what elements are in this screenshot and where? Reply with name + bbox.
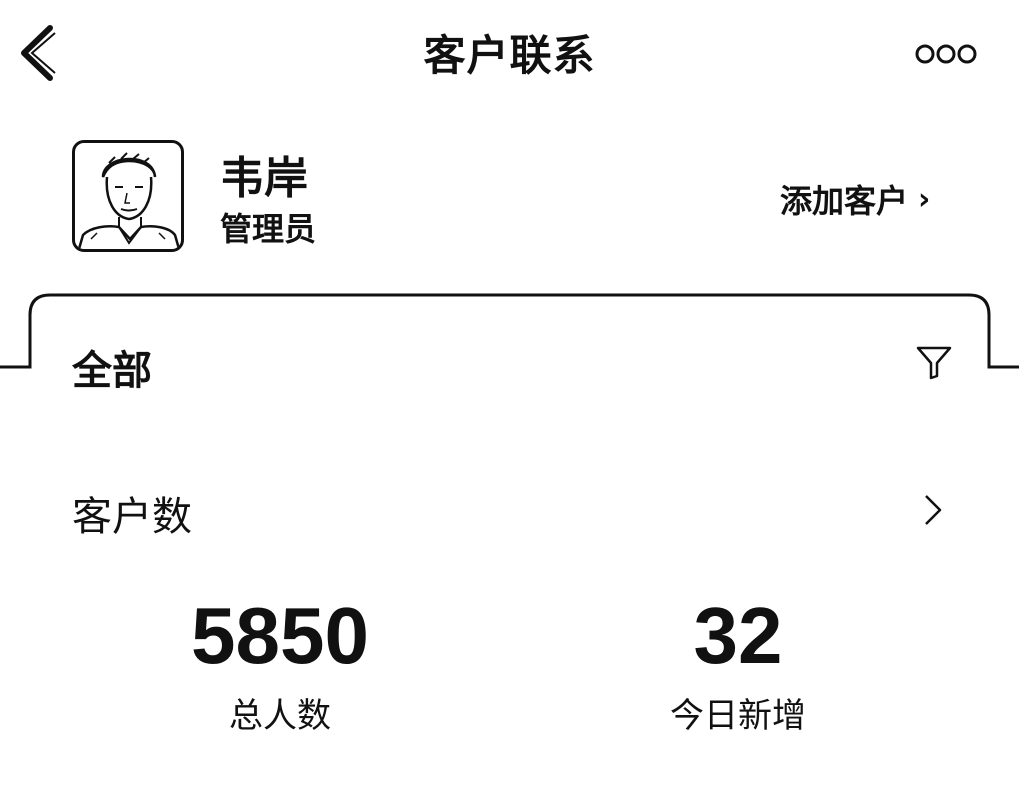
avatar[interactable] bbox=[72, 140, 184, 252]
section-chevron-button[interactable] bbox=[918, 490, 948, 530]
user-role: 管理员 bbox=[220, 210, 317, 248]
filter-icon bbox=[916, 346, 952, 380]
chevron-right-icon bbox=[925, 495, 942, 525]
filter-button[interactable] bbox=[914, 343, 954, 381]
user-avatar-image bbox=[77, 152, 181, 249]
section-title[interactable]: 客户数 bbox=[72, 484, 192, 542]
stat-total-value: 5850 bbox=[191, 591, 369, 680]
stat-new-today-value: 32 bbox=[693, 591, 783, 680]
stat-new-today-label: 今日新增 bbox=[670, 696, 806, 736]
add-customer-label: 添加客户 bbox=[780, 182, 909, 220]
user-name: 韦岸 bbox=[220, 153, 308, 204]
stat-total-label: 总人数 bbox=[229, 696, 331, 736]
card-border bbox=[0, 293, 1019, 369]
filter-label[interactable]: 全部 bbox=[72, 338, 152, 396]
more-horizontal-icon bbox=[915, 44, 977, 64]
more-button[interactable] bbox=[912, 38, 980, 70]
chevron-right-small-icon: › bbox=[918, 181, 931, 217]
page-title: 客户联系 bbox=[423, 31, 596, 80]
add-customer-link[interactable]: 添加客户 › bbox=[780, 176, 930, 222]
